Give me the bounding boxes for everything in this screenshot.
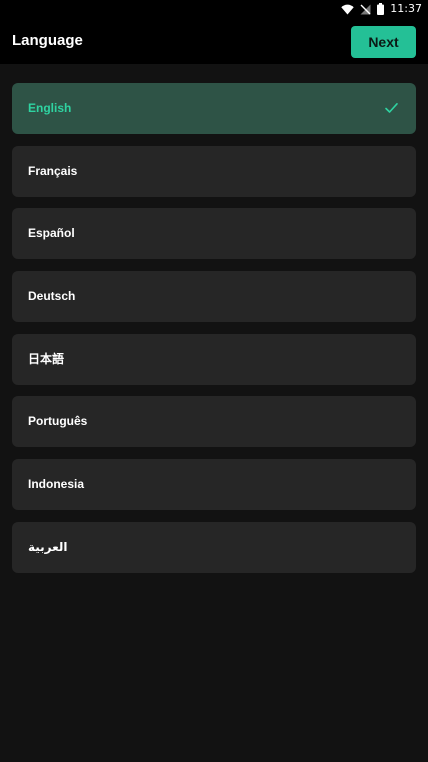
language-label: Français [28,163,78,178]
language-item-japanese[interactable]: 日本語 [12,333,416,385]
language-label: Deutsch [28,289,76,304]
language-label: Español [28,226,75,241]
language-list: English Français Español Deutsch 日本語 Por… [12,83,416,585]
header: Language Next [0,18,428,64]
status-bar: 11:37 [0,0,428,18]
language-item-arabic[interactable]: العربية [12,521,416,573]
language-label: العربية [28,539,68,554]
language-item-portuguese[interactable]: Português [12,396,416,448]
language-label: Indonesia [28,477,85,492]
language-label: English [28,101,72,115]
language-item-german[interactable]: Deutsch [12,271,416,323]
language-item-french[interactable]: Français [12,145,416,197]
language-item-english[interactable]: English [12,83,416,134]
next-button[interactable]: Next [351,26,416,58]
page-title: Language [12,32,83,49]
battery-icon [377,3,385,15]
language-screen: 11:37 Language Next English Français Esp… [0,0,428,762]
status-icons: 11:37 [341,2,422,16]
check-icon [385,102,398,114]
language-label: 日本語 [28,351,65,366]
language-item-indonesian[interactable]: Indonesia [12,459,416,511]
wifi-icon [341,4,354,15]
no-signal-icon [360,4,371,15]
language-label: Português [28,414,88,429]
language-item-spanish[interactable]: Español [12,208,416,260]
status-time: 11:37 [390,2,422,15]
